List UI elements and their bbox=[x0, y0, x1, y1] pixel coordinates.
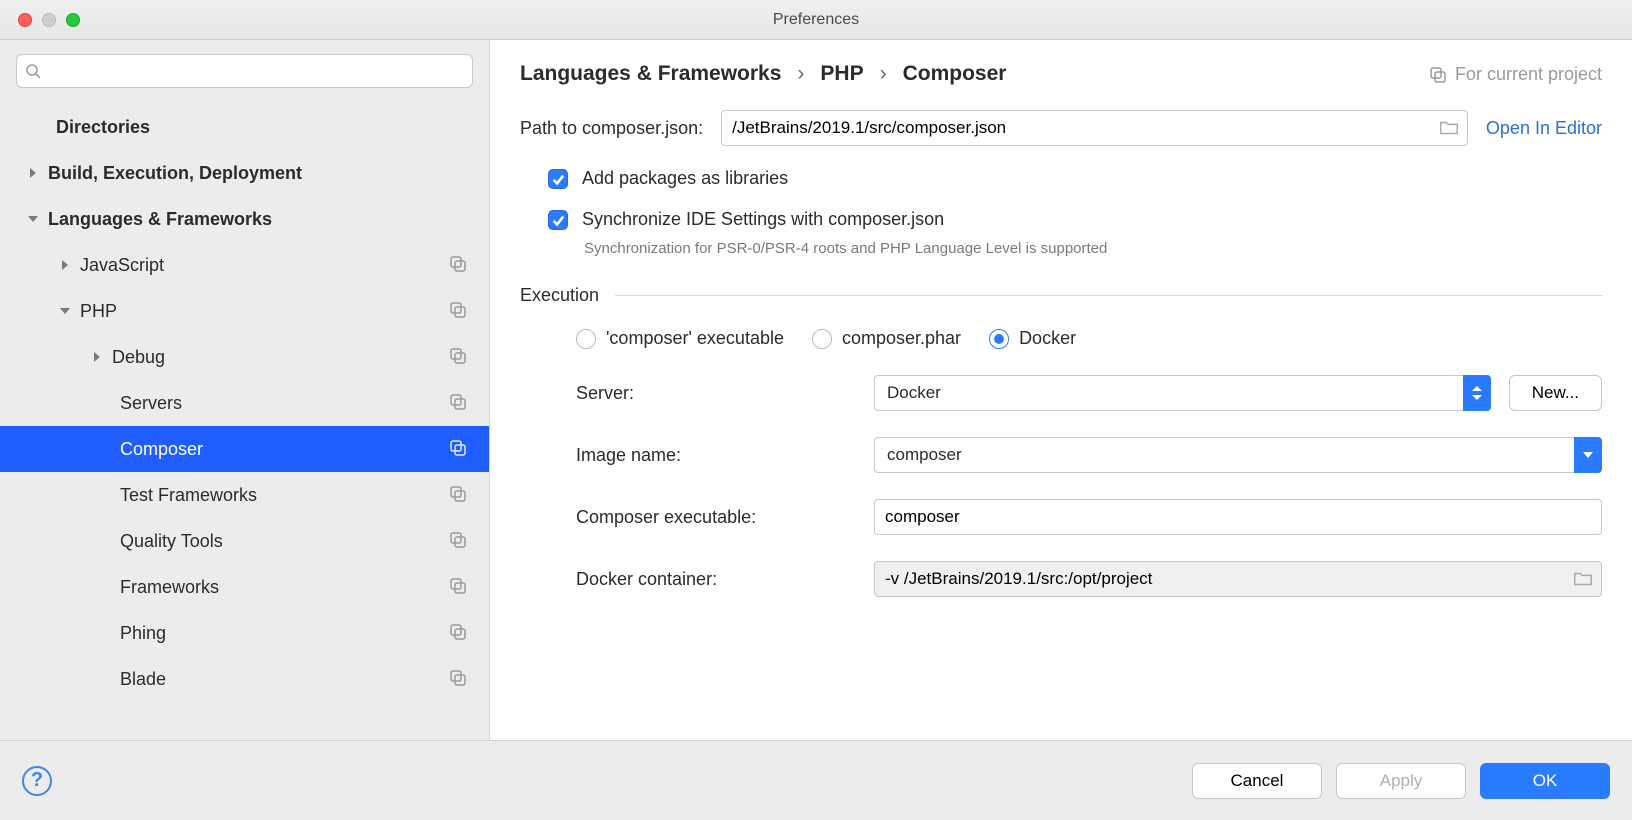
sync-hint: Synchronization for PSR-0/PSR-4 roots an… bbox=[548, 240, 1602, 257]
sidebar-item-build[interactable]: Build, Execution, Deployment bbox=[0, 150, 489, 196]
path-input[interactable] bbox=[721, 110, 1468, 146]
execution-header: Execution bbox=[520, 285, 599, 306]
sidebar-item-php[interactable]: PHP bbox=[0, 288, 489, 334]
search-input[interactable] bbox=[16, 54, 473, 88]
divider bbox=[615, 295, 1602, 296]
docker-container-input[interactable] bbox=[874, 561, 1602, 597]
sync-checkbox[interactable] bbox=[548, 210, 568, 230]
composer-exec-input[interactable] bbox=[874, 499, 1602, 535]
open-in-editor-link[interactable]: Open In Editor bbox=[1486, 118, 1602, 139]
scope-label: For current project bbox=[1455, 64, 1602, 85]
sidebar-item-javascript[interactable]: JavaScript bbox=[0, 242, 489, 288]
project-scope-icon bbox=[449, 346, 467, 369]
project-scope-icon bbox=[1429, 65, 1447, 83]
project-scope-icon bbox=[449, 254, 467, 277]
sidebar-item-frameworks[interactable]: Frameworks bbox=[0, 564, 489, 610]
sync-label: Synchronize IDE Settings with composer.j… bbox=[582, 209, 944, 230]
image-combo[interactable]: composer bbox=[874, 437, 1602, 473]
ok-button[interactable]: OK bbox=[1480, 763, 1610, 799]
settings-tree: Directories Build, Execution, Deployment… bbox=[0, 98, 489, 708]
content-panel: Languages & Frameworks › PHP › Composer … bbox=[490, 40, 1632, 740]
breadcrumb: Languages & Frameworks › PHP › Composer bbox=[520, 62, 1429, 86]
cancel-button[interactable]: Cancel bbox=[1192, 763, 1322, 799]
chevron-right-icon bbox=[88, 351, 106, 363]
project-scope-icon bbox=[449, 530, 467, 553]
sidebar-item-blade[interactable]: Blade bbox=[0, 656, 489, 702]
chevron-right-icon bbox=[24, 167, 42, 179]
radio-composer-exec-label: 'composer' executable bbox=[606, 328, 784, 349]
folder-open-icon[interactable] bbox=[1438, 117, 1460, 139]
project-scope-icon bbox=[449, 300, 467, 323]
path-label: Path to composer.json: bbox=[520, 118, 703, 139]
scope-badge: For current project bbox=[1429, 64, 1602, 85]
chevron-down-icon bbox=[1574, 437, 1602, 473]
composer-exec-label: Composer executable: bbox=[576, 507, 856, 528]
docker-container-label: Docker container: bbox=[576, 569, 856, 590]
chevron-right-icon bbox=[56, 259, 74, 271]
chevron-right-icon: › bbox=[797, 62, 804, 86]
sidebar: Directories Build, Execution, Deployment… bbox=[0, 40, 490, 740]
footer: ? Cancel Apply OK bbox=[0, 740, 1632, 820]
breadcrumb-langfw[interactable]: Languages & Frameworks bbox=[520, 62, 781, 86]
project-scope-icon bbox=[449, 484, 467, 507]
sidebar-item-servers[interactable]: Servers bbox=[0, 380, 489, 426]
chevron-down-icon bbox=[24, 213, 42, 225]
sidebar-item-langfw[interactable]: Languages & Frameworks bbox=[0, 196, 489, 242]
sidebar-item-phing[interactable]: Phing bbox=[0, 610, 489, 656]
project-scope-icon bbox=[449, 622, 467, 645]
help-button[interactable]: ? bbox=[22, 766, 52, 796]
project-scope-icon bbox=[449, 668, 467, 691]
project-scope-icon bbox=[449, 438, 467, 461]
radio-docker[interactable]: Docker bbox=[989, 328, 1076, 349]
breadcrumb-composer: Composer bbox=[903, 62, 1007, 86]
radio-composer-phar[interactable]: composer.phar bbox=[812, 328, 961, 349]
breadcrumb-php[interactable]: PHP bbox=[820, 62, 863, 86]
radio-docker-label: Docker bbox=[1019, 328, 1076, 349]
chevron-right-icon: › bbox=[880, 62, 887, 86]
sidebar-item-test-frameworks[interactable]: Test Frameworks bbox=[0, 472, 489, 518]
project-scope-icon bbox=[449, 576, 467, 599]
add-packages-label: Add packages as libraries bbox=[582, 168, 788, 189]
titlebar: Preferences bbox=[0, 0, 1632, 40]
sidebar-item-quality-tools[interactable]: Quality Tools bbox=[0, 518, 489, 564]
new-server-button[interactable]: New... bbox=[1509, 375, 1602, 411]
server-select[interactable]: Docker bbox=[874, 375, 1491, 411]
image-label: Image name: bbox=[576, 445, 856, 466]
add-packages-checkbox[interactable] bbox=[548, 169, 568, 189]
updown-icon bbox=[1463, 375, 1491, 411]
sidebar-item-directories[interactable]: Directories bbox=[0, 104, 489, 150]
window-title: Preferences bbox=[0, 11, 1632, 29]
chevron-down-icon bbox=[56, 305, 74, 317]
folder-open-icon[interactable] bbox=[1572, 568, 1594, 590]
sidebar-item-composer[interactable]: Composer bbox=[0, 426, 489, 472]
project-scope-icon bbox=[449, 392, 467, 415]
apply-button[interactable]: Apply bbox=[1336, 763, 1466, 799]
sidebar-item-debug[interactable]: Debug bbox=[0, 334, 489, 380]
radio-composer-phar-label: composer.phar bbox=[842, 328, 961, 349]
server-label: Server: bbox=[576, 383, 856, 404]
radio-composer-exec[interactable]: 'composer' executable bbox=[576, 328, 784, 349]
